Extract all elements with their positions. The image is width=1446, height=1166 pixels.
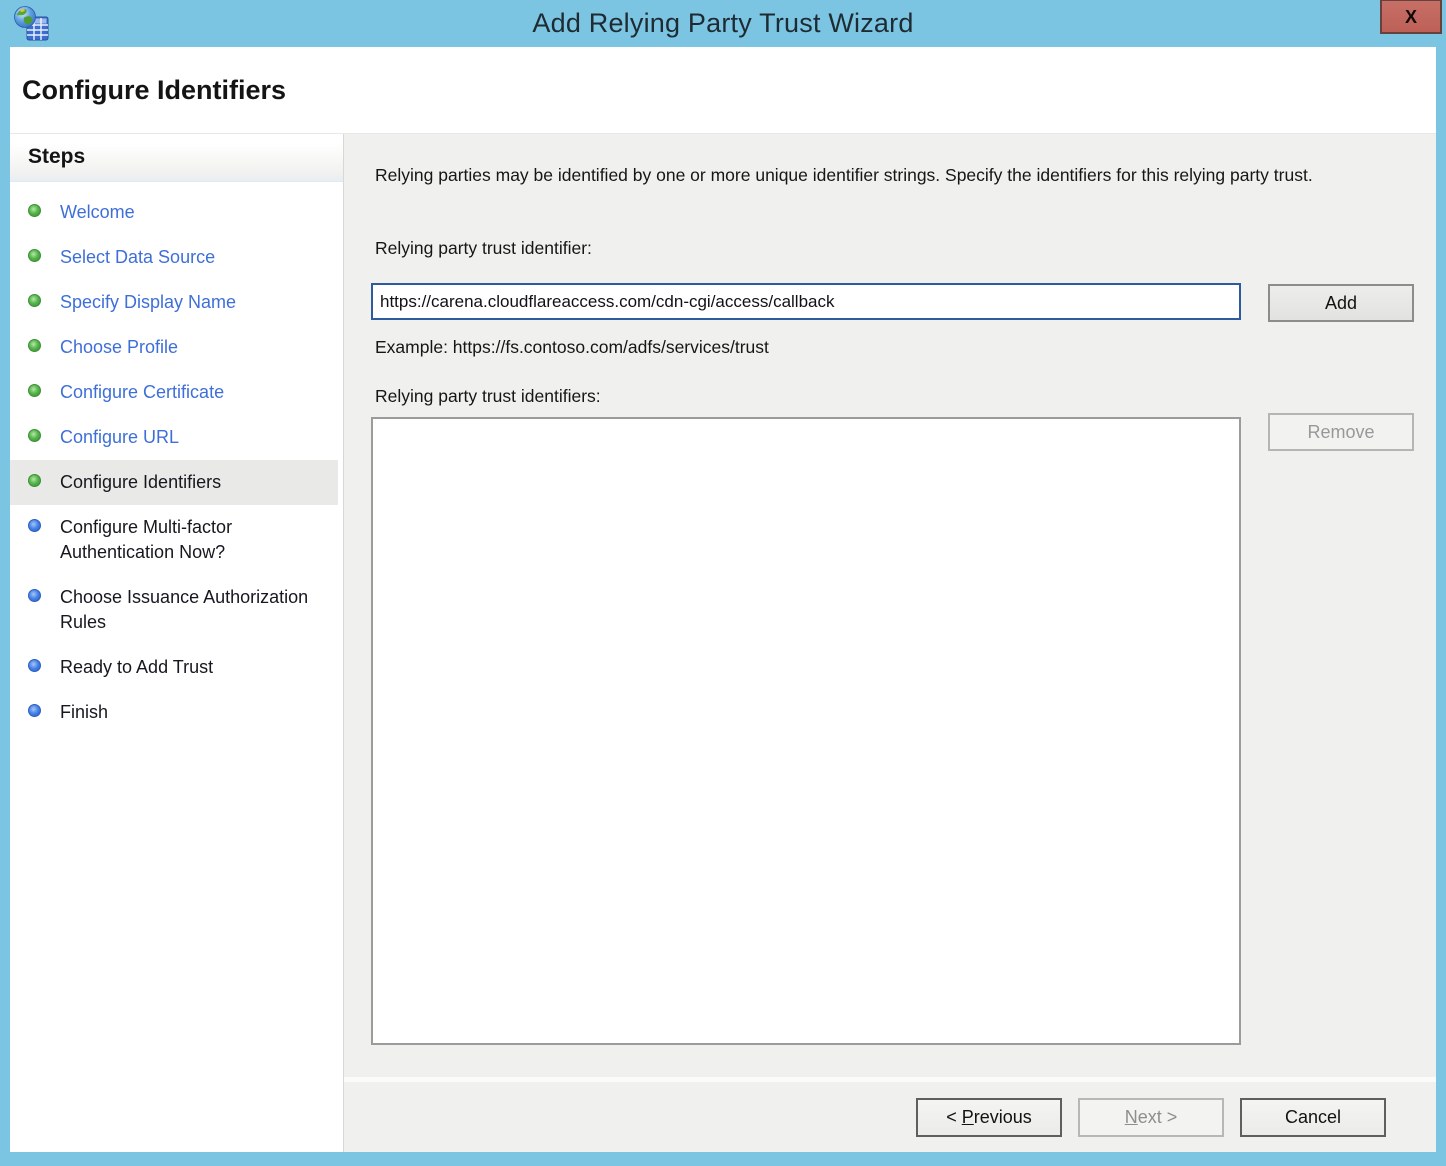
step-item[interactable]: Configure Certificate bbox=[10, 370, 338, 415]
step-pending-dot bbox=[28, 659, 41, 672]
identifier-input[interactable] bbox=[371, 283, 1241, 320]
identifiers-list-label: Relying party trust identifiers: bbox=[375, 386, 601, 407]
page-title: Configure Identifiers bbox=[10, 47, 1436, 133]
step-item[interactable]: Specify Display Name bbox=[10, 280, 338, 325]
step-label: Welcome bbox=[60, 200, 135, 225]
step-label: Configure Certificate bbox=[60, 380, 224, 405]
step-item: Choose Issuance Authorization Rules bbox=[10, 575, 338, 645]
step-item[interactable]: Welcome bbox=[10, 190, 338, 235]
titlebar: Add Relying Party Trust Wizard X bbox=[0, 0, 1446, 47]
step-item[interactable]: Select Data Source bbox=[10, 235, 338, 280]
step-pending-dot bbox=[28, 589, 41, 602]
step-done-dot bbox=[28, 294, 41, 307]
identifier-label: Relying party trust identifier: bbox=[375, 238, 592, 259]
step-label: Configure Identifiers bbox=[60, 470, 221, 495]
step-item: Ready to Add Trust bbox=[10, 645, 338, 690]
description-text: Relying parties may be identified by one… bbox=[375, 162, 1417, 189]
window-chrome: Configure Identifiers Steps Welcome Selec… bbox=[10, 47, 1436, 1152]
step-item: Configure Multi-factor Authentication No… bbox=[10, 505, 338, 575]
step-pending-dot bbox=[28, 519, 41, 532]
previous-button[interactable]: < Previous bbox=[916, 1098, 1062, 1137]
remove-button: Remove bbox=[1268, 413, 1414, 451]
step-label: Choose Issuance Authorization Rules bbox=[60, 585, 328, 635]
step-done-dot bbox=[28, 429, 41, 442]
wizard-body: Steps Welcome Select Data Source Specify D… bbox=[10, 133, 1436, 1152]
step-item: Finish bbox=[10, 690, 338, 735]
footer-bar: < Previous Next > Cancel bbox=[344, 1077, 1436, 1152]
step-pending-dot bbox=[28, 704, 41, 717]
step-done-dot bbox=[28, 339, 41, 352]
example-text: Example: https://fs.contoso.com/adfs/ser… bbox=[375, 337, 769, 358]
step-done-dot bbox=[28, 384, 41, 397]
identifiers-listbox[interactable] bbox=[371, 417, 1241, 1045]
step-label: Specify Display Name bbox=[60, 290, 236, 315]
step-label: Select Data Source bbox=[60, 245, 215, 270]
add-button[interactable]: Add bbox=[1268, 284, 1414, 322]
steps-list: Welcome Select Data Source Specify Display… bbox=[10, 182, 343, 735]
step-done-dot bbox=[28, 474, 41, 487]
close-button[interactable]: X bbox=[1380, 0, 1442, 34]
step-label: Ready to Add Trust bbox=[60, 655, 213, 680]
step-done-dot bbox=[28, 249, 41, 262]
step-item[interactable]: Configure Identifiers bbox=[10, 460, 338, 505]
step-label: Finish bbox=[60, 700, 108, 725]
step-done-dot bbox=[28, 204, 41, 217]
window-title: Add Relying Party Trust Wizard bbox=[532, 8, 913, 39]
wizard-window: Add Relying Party Trust Wizard X Configu… bbox=[0, 0, 1446, 1166]
step-label: Configure Multi-factor Authentication No… bbox=[60, 515, 328, 565]
step-item[interactable]: Configure URL bbox=[10, 415, 338, 460]
next-button: Next > bbox=[1078, 1098, 1224, 1137]
adfs-app-icon bbox=[13, 5, 51, 43]
cancel-button[interactable]: Cancel bbox=[1240, 1098, 1386, 1137]
steps-sidebar: Steps Welcome Select Data Source Specify D… bbox=[10, 134, 343, 1152]
main-panel: Relying parties may be identified by one… bbox=[343, 134, 1436, 1152]
step-item[interactable]: Choose Profile bbox=[10, 325, 338, 370]
step-label: Configure URL bbox=[60, 425, 179, 450]
steps-heading: Steps bbox=[10, 134, 343, 182]
step-label: Choose Profile bbox=[60, 335, 178, 360]
